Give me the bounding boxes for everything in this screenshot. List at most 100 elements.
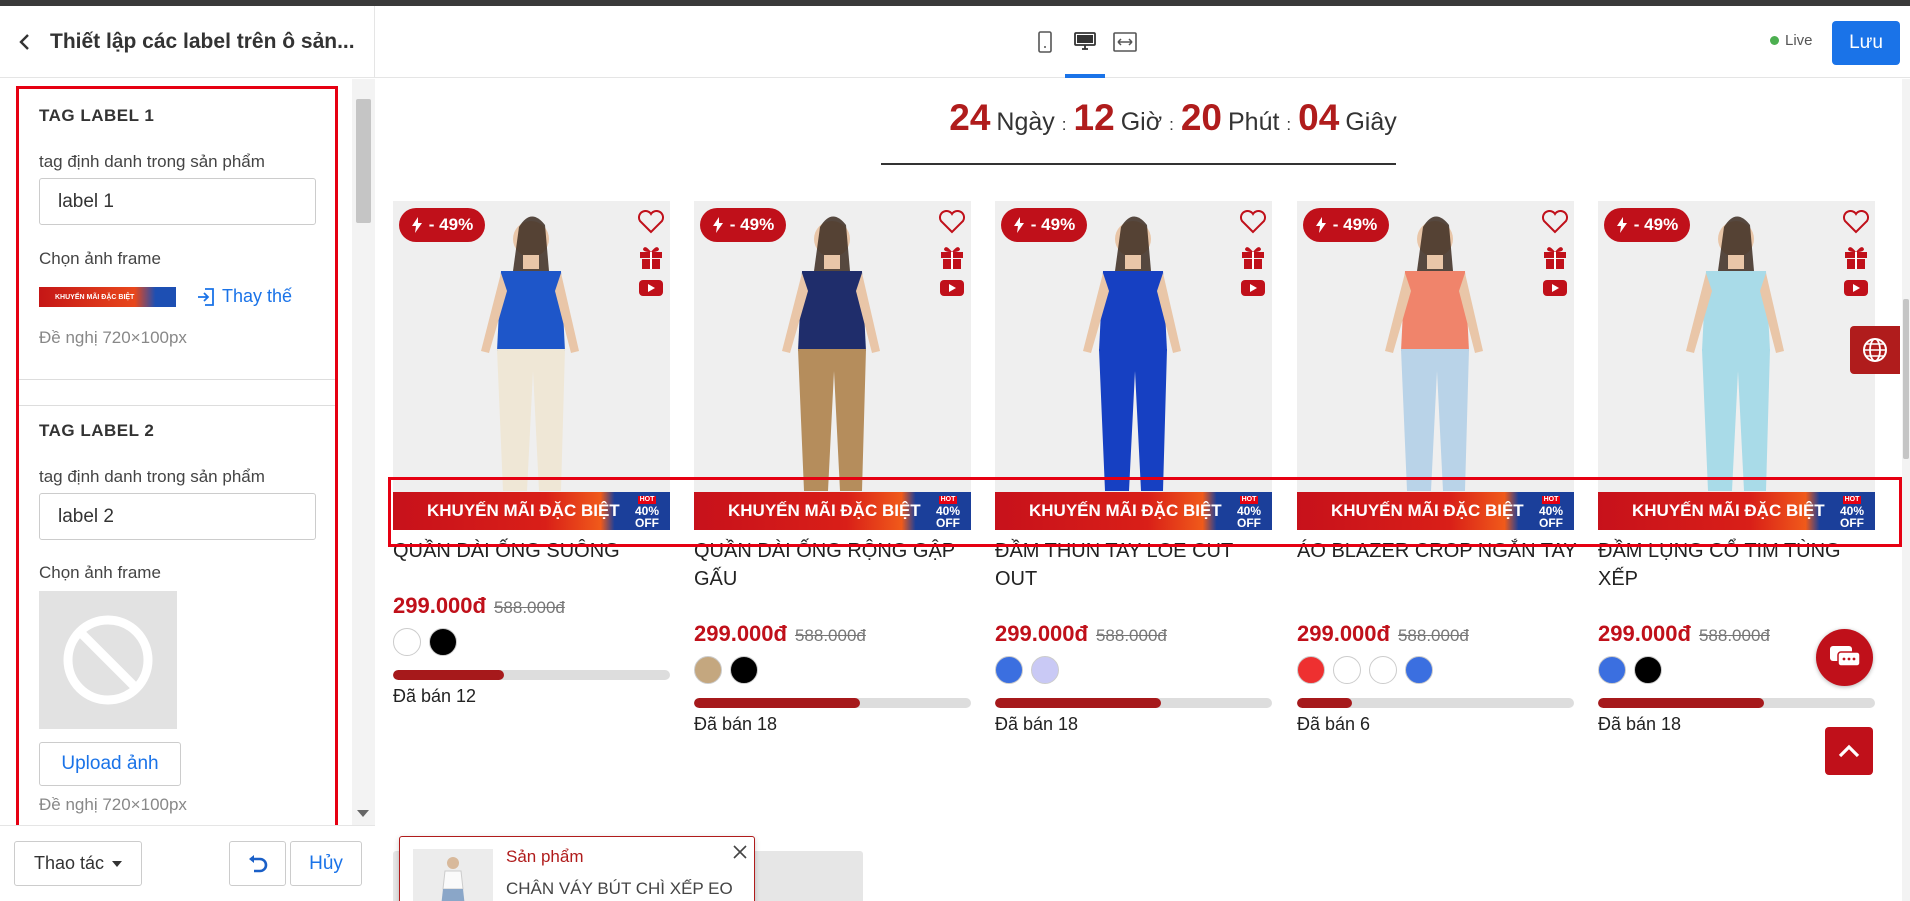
color-swatch[interactable] [1369,656,1397,684]
product-image[interactable] [1297,201,1574,530]
recent-purchase-popup[interactable]: Sản phẩm CHÂN VÁY BÚT CHÌ XẾP EO [399,836,755,901]
scroll-to-top-button[interactable] [1825,727,1873,775]
promo-pct: 40% [634,503,660,518]
product-name[interactable]: ÁO BLAZER CROP NGẮN TAY [1297,537,1577,565]
discount-value: - 49% [1633,215,1679,234]
color-swatch[interactable] [1405,656,1433,684]
gift-button[interactable] [938,244,966,275]
mobile-icon [1038,31,1052,53]
sold-progress-fill [694,698,861,708]
sidebar-footer: Thao tác Hủy [0,825,375,901]
promo-hot: HOT [1541,495,1561,504]
product-name[interactable]: ĐẦM LỤNG CỔ TIM TÙNG XẾP [1598,537,1878,593]
product-name[interactable]: QUẦN DÀI ỐNG SUÔNG [393,537,673,565]
frame-field-label-2: Chọn ảnh frame [39,563,161,582]
color-swatch[interactable] [429,628,457,656]
close-icon [733,845,747,859]
video-button[interactable] [1842,278,1870,303]
promo-tag: HOT 40% OFF [1833,495,1871,529]
back-button[interactable] [0,6,50,78]
preview-scrollbar[interactable] [1902,79,1910,901]
color-swatch[interactable] [1333,656,1361,684]
product-image[interactable] [694,201,971,530]
product-image[interactable] [1598,201,1875,530]
gift-button[interactable] [637,244,665,275]
section-title-label1: TAG LABEL 1 [39,106,155,125]
color-swatch[interactable] [1031,656,1059,684]
fullwidth-icon [1113,32,1137,52]
frame-placeholder-image[interactable] [39,591,177,729]
product-name[interactable]: ĐẦM THUN TAY LOE CUT OUT [995,537,1275,593]
size-hint-2: Đề nghị 720×100px [39,795,187,814]
sale-price: 299.000đ [1297,621,1390,646]
price-row: 299.000đ 588.000đ [1297,621,1469,647]
original-price: 588.000đ [493,598,565,617]
chat-contact-button[interactable] [1816,629,1873,686]
live-dot-icon [1770,36,1779,45]
price-row: 299.000đ 588.000đ [393,593,565,619]
video-button[interactable] [637,278,665,303]
gift-icon [1544,247,1566,269]
header-left: Thiết lập các label trên ô sản... [0,6,375,78]
chevron-left-icon [19,34,29,50]
countdown-sep: : [1061,115,1067,134]
product-image[interactable] [393,201,670,530]
color-swatch[interactable] [1297,656,1325,684]
wishlist-button[interactable] [938,209,966,239]
actions-dropdown[interactable]: Thao tác [14,841,142,886]
undo-button[interactable] [229,841,286,886]
promo-label-banner: KHUYẾN MÃI ĐẶC BIỆT HOT 40% OFF [995,492,1272,530]
language-button[interactable] [1850,326,1900,374]
promo-tag: HOT 40% OFF [628,495,666,529]
video-button[interactable] [1239,278,1267,303]
device-desktop-button[interactable] [1065,6,1105,78]
wishlist-button[interactable] [1239,209,1267,239]
color-swatch[interactable] [995,656,1023,684]
discount-value: - 49% [428,215,474,234]
cancel-button[interactable]: Hủy [290,841,362,886]
promo-label-banner: KHUYẾN MÃI ĐẶC BIỆT HOT 40% OFF [1598,492,1875,530]
original-price: 588.000đ [1397,626,1469,645]
wishlist-button[interactable] [1842,209,1870,239]
product-model-photo [1385,216,1483,491]
upload-image-button[interactable]: Upload ảnh [39,742,181,786]
price-row: 299.000đ 588.000đ [694,621,866,647]
discount-value: - 49% [729,215,775,234]
product-image[interactable] [995,201,1272,530]
gift-button[interactable] [1239,244,1267,275]
wishlist-button[interactable] [1541,209,1569,239]
color-swatch[interactable] [1634,656,1662,684]
sold-count: Đã bán 18 [995,714,1079,734]
promo-pct: 40% [1236,503,1262,518]
youtube-icon [940,280,964,296]
youtube-icon [1543,280,1567,296]
countdown-seconds: 04 [1298,97,1340,138]
discount-badge: - 49% [1001,208,1087,242]
product-name[interactable]: QUẦN DÀI ỐNG RỘNG GẬP GẤU [694,537,974,593]
tag-input-1[interactable]: label 1 [39,178,316,225]
replace-frame-link[interactable]: Thay thế [196,286,292,307]
save-button[interactable]: Lưu [1832,21,1900,65]
device-fullwidth-button[interactable] [1105,6,1145,78]
color-swatch[interactable] [393,628,421,656]
preview-scroll-thumb[interactable] [1903,299,1909,459]
product-model-photo [481,216,579,491]
video-button[interactable] [938,278,966,303]
color-swatch[interactable] [1598,656,1626,684]
original-price: 588.000đ [1698,626,1770,645]
countdown-hours-unit: Giờ [1120,108,1163,136]
gift-button[interactable] [1842,244,1870,275]
scroll-down-arrow-icon[interactable] [357,810,369,817]
popup-close-button[interactable] [730,842,750,862]
video-button[interactable] [1541,278,1569,303]
countdown-sep: : [1286,115,1292,134]
discount-badge: - 49% [1303,208,1389,242]
tag-input-2[interactable]: label 2 [39,493,316,540]
gift-button[interactable] [1541,244,1569,275]
sidebar-scroll-thumb[interactable] [356,99,371,223]
device-mobile-button[interactable] [1025,6,1065,78]
color-swatch[interactable] [730,656,758,684]
sold-count: Đã bán 12 [393,686,477,706]
color-swatch[interactable] [694,656,722,684]
wishlist-button[interactable] [637,209,665,239]
